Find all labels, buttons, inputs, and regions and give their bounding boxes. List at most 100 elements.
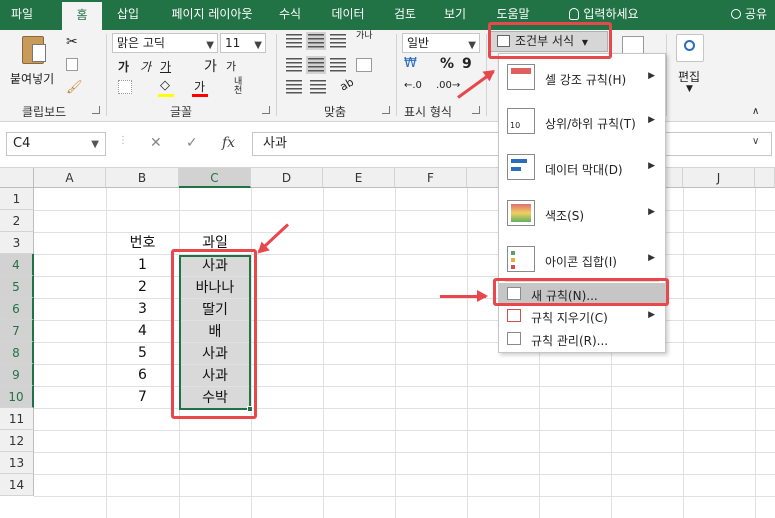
alignment-launcher-icon[interactable] — [382, 106, 390, 114]
tab-insert[interactable]: 삽입 — [108, 0, 148, 30]
orientation-icon[interactable]: ab — [338, 75, 356, 93]
row-header-12[interactable]: 12 — [0, 430, 34, 452]
tab-home[interactable]: 홈 — [62, 2, 102, 30]
expand-formula-icon[interactable]: ∨ — [752, 136, 759, 147]
find-select-icon[interactable] — [676, 34, 704, 62]
number-launcher-icon[interactable] — [472, 106, 480, 114]
column-header-j[interactable]: J — [683, 168, 755, 188]
grid-line — [467, 188, 468, 518]
tab-data[interactable]: 데이터 — [324, 0, 372, 30]
align-center-selected[interactable] — [306, 56, 326, 74]
wrap-text-button[interactable]: 가나 — [356, 32, 373, 41]
magnifier-icon — [684, 40, 695, 51]
cell-number[interactable]: 7 — [106, 386, 179, 408]
row-header-1[interactable]: 1 — [0, 188, 34, 210]
insert-function-icon[interactable]: fx — [222, 135, 235, 151]
phonetic-button[interactable]: 내천 — [234, 78, 250, 96]
bold-button[interactable]: 가 — [118, 58, 129, 75]
increase-decimal-icon[interactable]: ←.0 — [404, 80, 422, 91]
align-bottom-icon[interactable] — [330, 34, 346, 48]
menu-item-label: 셀 강조 규칙(H) — [545, 73, 627, 87]
column-header-c[interactable]: C — [179, 168, 251, 188]
column-header-a[interactable]: A — [34, 168, 106, 188]
share-button[interactable]: 공유 — [730, 0, 767, 30]
row-header-11[interactable]: 11 — [0, 408, 34, 430]
align-top-icon[interactable] — [286, 34, 302, 48]
row-header-10[interactable]: 10 — [0, 386, 34, 408]
menu-item-highlight-cells[interactable]: 셀 강조 규칙(H) ▶ — [499, 58, 665, 98]
italic-button[interactable]: 가 — [140, 58, 151, 75]
decrease-decimal-icon[interactable]: .00→ — [436, 80, 460, 91]
column-header-f[interactable]: F — [395, 168, 467, 188]
tab-review[interactable]: 검토 — [386, 0, 424, 30]
tab-page-layout[interactable]: 페이지 레이아웃 — [158, 0, 266, 30]
cut-icon[interactable]: ✂ — [66, 34, 78, 50]
column-header-b[interactable]: B — [106, 168, 179, 188]
menu-item-icon-sets[interactable]: 아이콘 집합(I) ▶ — [499, 238, 665, 280]
row-header-4[interactable]: 4 — [0, 254, 34, 276]
accounting-format-icon[interactable]: ₩ — [404, 56, 417, 71]
tab-formulas[interactable]: 수식 — [270, 0, 310, 30]
grid-line — [34, 408, 775, 409]
menu-item-color-scales[interactable]: 색조(S) ▶ — [499, 192, 665, 234]
paste-button[interactable]: 붙여넣기 — [6, 34, 64, 92]
row-header-8[interactable]: 8 — [0, 342, 34, 364]
percent-button[interactable]: % — [440, 56, 454, 72]
cell-number[interactable]: 5 — [106, 342, 179, 364]
comma-button[interactable]: 9 — [462, 56, 472, 72]
font-name-combo[interactable]: 맑은 고딕 ▼ — [112, 33, 218, 53]
merge-center-icon[interactable] — [356, 58, 372, 72]
fill-color-bar — [158, 94, 174, 97]
decrease-indent-icon[interactable] — [286, 80, 302, 94]
row-header-5[interactable]: 5 — [0, 276, 34, 298]
tab-view[interactable]: 보기 — [436, 0, 474, 30]
tab-file[interactable]: 파일 — [4, 0, 40, 30]
row-header-7[interactable]: 7 — [0, 320, 34, 342]
row-header-9[interactable]: 9 — [0, 364, 34, 386]
row-header-3[interactable]: 3 — [0, 232, 34, 254]
increase-indent-icon[interactable] — [310, 80, 326, 94]
column-header-e[interactable]: E — [323, 168, 395, 188]
copy-icon[interactable] — [66, 58, 78, 71]
font-color-button[interactable]: 가 — [194, 78, 205, 95]
cell-number[interactable]: 1 — [106, 254, 179, 276]
align-middle-selected[interactable] — [306, 32, 326, 50]
menu-item-top-bottom[interactable]: 10 상위/하위 규칙(T) ▶ — [499, 102, 665, 142]
row-header-2[interactable]: 2 — [0, 210, 34, 232]
font-launcher-icon[interactable] — [262, 106, 270, 114]
align-right-icon[interactable] — [330, 58, 346, 72]
shrink-font-button[interactable]: 가 — [226, 58, 236, 74]
clipboard-launcher-icon[interactable] — [92, 106, 100, 114]
align-left-icon[interactable] — [286, 58, 302, 72]
grow-font-button[interactable]: 가 — [204, 56, 217, 76]
borders-icon[interactable] — [118, 80, 132, 94]
cell-number[interactable]: 4 — [106, 320, 179, 342]
row-header-13[interactable]: 13 — [0, 452, 34, 474]
grid-line — [395, 188, 396, 518]
menu-item-clear-rules[interactable]: 규칙 지우기(C) ▶ — [499, 305, 665, 327]
person-icon — [730, 9, 741, 19]
cancel-icon[interactable]: ✕ — [150, 135, 162, 151]
format-painter-icon[interactable]: 🖌 — [66, 80, 83, 95]
select-all-corner[interactable] — [0, 168, 34, 188]
enter-icon[interactable]: ✓ — [186, 135, 198, 151]
cell-number[interactable]: 6 — [106, 364, 179, 386]
cell-b3-header[interactable]: 번호 — [106, 232, 179, 254]
chevron-down-icon[interactable]: ▼ — [686, 84, 693, 94]
row-header-6[interactable]: 6 — [0, 298, 34, 320]
cell-number[interactable]: 2 — [106, 276, 179, 298]
font-size-combo[interactable]: 11 ▼ — [220, 33, 266, 53]
grid-line — [34, 430, 775, 431]
underline-button[interactable]: 가 — [160, 58, 171, 75]
cell-number[interactable]: 3 — [106, 298, 179, 320]
menu-item-manage-rules[interactable]: 규칙 관리(R)... — [499, 327, 665, 351]
menu-item-data-bars[interactable]: 데이터 막대(D) ▶ — [499, 146, 665, 188]
column-header-k[interactable] — [755, 168, 775, 188]
font-group-label: 글꼴 — [170, 105, 193, 119]
collapse-ribbon-icon[interactable]: ∧ — [752, 106, 759, 117]
name-box[interactable]: C4 ▼ — [6, 132, 106, 156]
number-format-combo[interactable]: 일반 ▼ — [402, 33, 480, 53]
row-header-14[interactable]: 14 — [0, 474, 34, 496]
fill-color-icon[interactable]: ◇ — [160, 78, 170, 93]
column-header-d[interactable]: D — [251, 168, 323, 188]
